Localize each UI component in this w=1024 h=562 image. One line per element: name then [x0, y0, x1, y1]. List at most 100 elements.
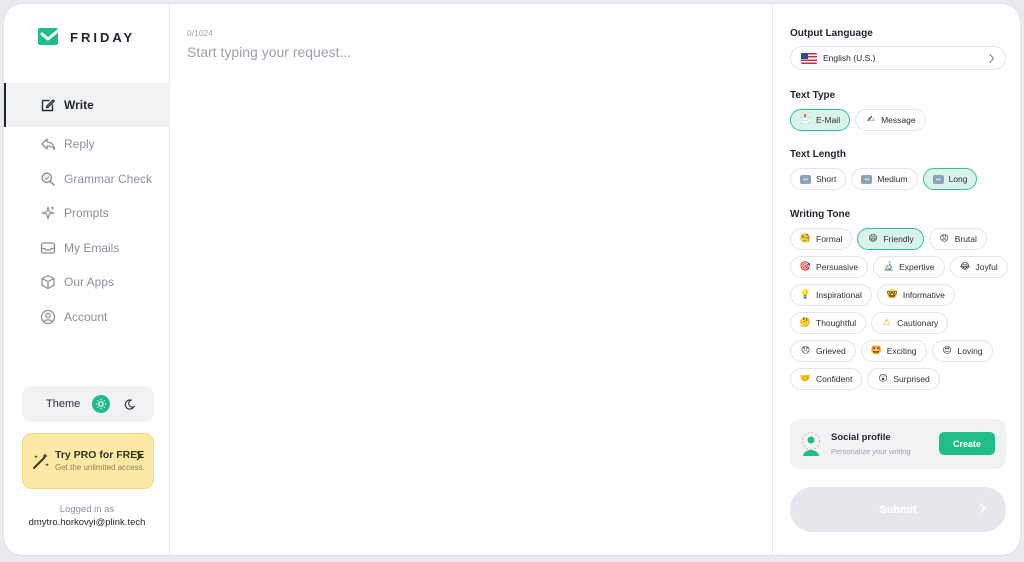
moon-icon[interactable]: [122, 397, 136, 411]
chip-formal[interactable]: 🧐 Formal: [790, 228, 853, 250]
reply-icon: [41, 138, 56, 151]
sidebar-nav: Write Reply Grammar Check Prompts My Ema…: [4, 83, 170, 334]
chevron-right-icon: [988, 53, 995, 66]
chip-label: Cautionary: [897, 318, 939, 328]
chip-label: Message: [881, 115, 916, 125]
sidebar-item-account[interactable]: Account: [4, 300, 170, 335]
chip-cautionary[interactable]: ⚠ Cautionary: [871, 312, 949, 334]
chip-brutal[interactable]: 😡 Brutal: [928, 228, 987, 250]
sidebar-item-label: Reply: [64, 137, 95, 152]
logo[interactable]: FRIDAY: [38, 28, 135, 46]
heart-eyes-face-icon: 😍: [942, 346, 952, 356]
warning-icon: ⚠: [882, 318, 891, 328]
chip-label: Short: [816, 174, 837, 184]
chip-informative[interactable]: 🤓 Informative: [876, 284, 955, 306]
chip-long[interactable]: ↔ Long: [922, 168, 978, 190]
magnifier-icon: [41, 172, 55, 186]
chip-thoughtful[interactable]: 🤔 Thoughtful: [790, 312, 867, 334]
chip-label: Grieved: [816, 346, 846, 356]
chip-inspirational[interactable]: 💡 Inspirational: [790, 284, 872, 306]
chip-joyful[interactable]: 😂 Joyful: [949, 256, 1008, 278]
chip-label: Inspirational: [816, 290, 862, 300]
chip-label: Formal: [816, 234, 843, 244]
sidebar-item-reply[interactable]: Reply: [4, 127, 170, 162]
chip-short[interactable]: ↔ Short: [790, 168, 847, 190]
chip-persuasive[interactable]: 🎯 Persuasive: [790, 256, 869, 278]
chevron-right-icon: [135, 448, 143, 466]
chip-friendly[interactable]: 😄 Friendly: [857, 228, 924, 250]
social-profile-subtitle: Personalize your writing: [831, 447, 911, 456]
chip-label: Medium: [877, 174, 908, 184]
submit-button[interactable]: Submit: [790, 487, 1006, 532]
sidebar-item-label: Our Apps: [64, 275, 115, 290]
arrows-horizontal-icon: ↔: [932, 174, 944, 184]
chip-confident[interactable]: 🤝 Confident: [790, 368, 863, 390]
sidebar-item-write[interactable]: Write: [4, 83, 170, 127]
try-pro-banner[interactable]: Try PRO for FREE Get the unlimited acces…: [22, 433, 154, 489]
chip-expertive[interactable]: 🔬 Expertive: [873, 256, 945, 278]
chip-grieved[interactable]: 😞 Grieved: [790, 340, 856, 362]
user-avatar-icon: [800, 432, 822, 463]
request-input[interactable]: [187, 44, 747, 60]
chip-exciting[interactable]: 🤩 Exciting: [860, 340, 927, 362]
tone-row: 🤝 Confident 😲 Surprised: [790, 368, 940, 390]
sidebar-item-prompts[interactable]: Prompts: [4, 196, 170, 231]
chip-medium[interactable]: ↔ Medium: [851, 168, 918, 190]
text-length-title: Text Length: [790, 149, 846, 160]
arrows-horizontal-icon: ↔: [861, 174, 873, 184]
angry-face-icon: 😡: [939, 234, 949, 244]
user-email: dmytro.horkovyi@plink.tech: [28, 517, 146, 528]
sparkle-icon: [41, 206, 55, 220]
light-bulb-icon: 💡: [799, 290, 812, 300]
sidebar-item-label: Account: [64, 309, 108, 324]
edit-icon: [41, 99, 55, 112]
character-counter: 0/1024: [187, 28, 213, 38]
pro-title: Try PRO for FREE: [55, 449, 145, 461]
chip-surprised[interactable]: 😲 Surprised: [867, 368, 940, 390]
app-window: FRIDAY Write Reply Grammar Check Prompts: [4, 4, 1020, 555]
theme-label: Theme: [46, 398, 81, 410]
chip-label: E-Mail: [816, 115, 841, 125]
text-type-options: 📩 E-Mail ✍ Message: [790, 109, 926, 131]
magic-wand-icon: [31, 451, 51, 476]
envelope-icon: 📩: [799, 115, 812, 125]
sidebar-item-label: Write: [64, 98, 94, 112]
pro-subtitle: Get the unlimited access.: [55, 463, 145, 472]
logo-icon: [38, 28, 61, 46]
settings-panel: Output Language English (U.S.) Text Type…: [772, 4, 1020, 555]
language-value: English (U.S.): [823, 53, 876, 63]
text-length-options: ↔ Short ↔ Medium ↔ Long: [790, 168, 978, 190]
chip-label: Long: [948, 174, 968, 184]
chip-label: Surprised: [893, 374, 930, 384]
chip-label: Loving: [957, 346, 983, 356]
chip-label: Persuasive: [816, 262, 859, 272]
tone-row: 😞 Grieved 🤩 Exciting 😍 Loving: [790, 340, 993, 362]
chip-label: Informative: [902, 290, 945, 300]
tone-row: 🤔 Thoughtful ⚠ Cautionary: [790, 312, 949, 334]
sidebar-item-label: Prompts: [64, 206, 109, 221]
app-name: FRIDAY: [70, 29, 136, 45]
chip-email[interactable]: 📩 E-Mail: [790, 109, 851, 131]
chip-loving[interactable]: 😍 Loving: [931, 340, 993, 362]
output-language-title: Output Language: [790, 28, 873, 39]
chip-label: Brutal: [954, 234, 977, 244]
sun-icon[interactable]: [92, 395, 111, 413]
box-icon: [41, 275, 55, 290]
star-eyes-face-icon: 🤩: [870, 346, 882, 356]
sidebar-item-my-emails[interactable]: My Emails: [4, 231, 170, 266]
chip-label: Joyful: [975, 262, 998, 272]
sidebar-item-grammar-check[interactable]: Grammar Check: [4, 162, 170, 197]
smile-icon: 😄: [868, 234, 878, 244]
create-button[interactable]: Create: [939, 432, 995, 455]
chip-label: Expertive: [899, 262, 935, 272]
laughing-face-icon: 😂: [959, 262, 971, 272]
user-circle-icon: [40, 309, 56, 324]
sidebar-item-label: Grammar Check: [64, 171, 153, 186]
sidebar-item-label: My Emails: [64, 240, 120, 255]
social-profile-title: Social profile: [831, 432, 891, 443]
writing-hand-icon: ✍: [866, 115, 875, 125]
sidebar-item-our-apps[interactable]: Our Apps: [4, 265, 170, 300]
text-type-title: Text Type: [790, 90, 836, 101]
chip-message[interactable]: ✍ Message: [855, 109, 926, 131]
language-select[interactable]: English (U.S.): [790, 46, 1006, 70]
